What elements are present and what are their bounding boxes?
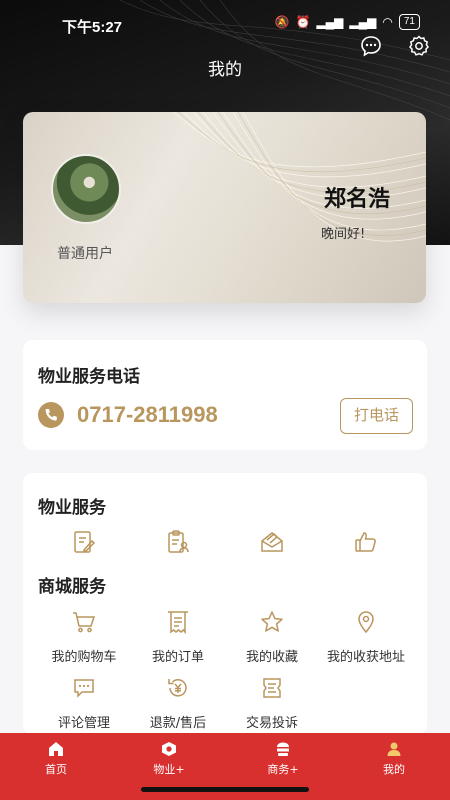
home-indicator (141, 787, 309, 792)
star-icon (261, 611, 283, 632)
mall-service-title: 商城服务 (38, 577, 106, 597)
tab-mine[interactable]: 我的 (354, 741, 434, 777)
mall-item-label: 交易投诉 (245, 716, 298, 731)
envelope-icon[interactable] (260, 530, 284, 554)
phone-panel: 物业服务电话 0717-2811998 打电话 (23, 340, 427, 450)
mall-item-comments[interactable]: 评论管理 (36, 676, 132, 731)
complaint-icon (263, 678, 281, 698)
home-icon (49, 742, 63, 756)
tab-home[interactable]: 首页 (16, 741, 96, 777)
edit-form-icon[interactable] (72, 530, 96, 554)
call-button[interactable]: 打电话 (340, 398, 413, 434)
thumbs-up-icon[interactable] (354, 530, 378, 554)
receipt-icon (168, 611, 188, 634)
tab-business[interactable]: 商务+ (243, 741, 323, 777)
mall-item-label: 我的收获地址 (326, 650, 405, 665)
wifi-icon: ◠ (382, 15, 393, 29)
services-panel: 物业服务 商城服务 我的购物车 我的订单 我的收藏 我的收获地址 评论管理 退款… (23, 473, 427, 735)
alarm-icon: ⏰ (295, 15, 311, 29)
status-icons: 🔕 ⏰ ▂▄▆ ▂▄▆ ◠ 71 (275, 14, 420, 30)
mall-item-label: 我的购物车 (51, 650, 117, 665)
mute-icon: 🔕 (274, 15, 290, 29)
status-time: 下午5:27 (62, 19, 123, 36)
property-service-title: 物业服务 (38, 498, 106, 518)
phone-icon (38, 402, 64, 428)
business-icon (277, 742, 289, 756)
tab-label: 物业+ (153, 763, 185, 776)
mall-item-label: 退款/售后 (149, 716, 207, 731)
mall-item-label: 评论管理 (57, 716, 110, 731)
tab-label: 商务+ (267, 763, 299, 776)
user-name: 郑名浩 (323, 187, 390, 212)
mall-item-label: 我的订单 (151, 650, 204, 665)
person-icon (387, 742, 401, 756)
mall-item-refund[interactable]: 退款/售后 (130, 676, 226, 731)
phone-number: 0717-2811998 (77, 402, 218, 427)
comment-icon (74, 679, 94, 698)
battery-icon: 71 (398, 14, 420, 30)
mall-item-orders[interactable]: 我的订单 (130, 610, 226, 665)
location-pin-icon (358, 611, 374, 634)
cart-icon (73, 612, 96, 633)
mall-item-label: 我的收藏 (245, 650, 298, 665)
mall-item-complaint[interactable]: 交易投诉 (224, 676, 320, 731)
user-role: 普通用户 (57, 246, 113, 262)
page-title: 我的 (208, 60, 242, 79)
tab-label: 首页 (45, 763, 67, 776)
property-icon (162, 742, 176, 756)
phone-section-title: 物业服务电话 (38, 367, 140, 387)
profile-card[interactable]: 普通用户 郑名浩 晚间好! (23, 112, 426, 303)
mall-item-favorites[interactable]: 我的收藏 (224, 610, 320, 665)
status-bar: 下午5:27 🔕 ⏰ ▂▄▆ ▂▄▆ ◠ 71 (0, 0, 450, 44)
signal-icon-2: ▂▄▆ (349, 15, 377, 29)
mall-item-cart[interactable]: 我的购物车 (36, 610, 132, 665)
tab-label: 我的 (383, 763, 405, 776)
clipboard-person-icon[interactable] (166, 530, 190, 554)
gear-icon[interactable] (408, 35, 430, 57)
chat-bubble-icon[interactable] (360, 35, 382, 57)
mall-item-address[interactable]: 我的收获地址 (318, 610, 414, 665)
tab-property[interactable]: 物业+ (129, 741, 209, 777)
refund-icon (168, 679, 187, 697)
signal-icon: ▂▄▆ (316, 15, 344, 29)
avatar[interactable] (51, 154, 121, 224)
greeting-text: 晚间好! (321, 227, 366, 242)
